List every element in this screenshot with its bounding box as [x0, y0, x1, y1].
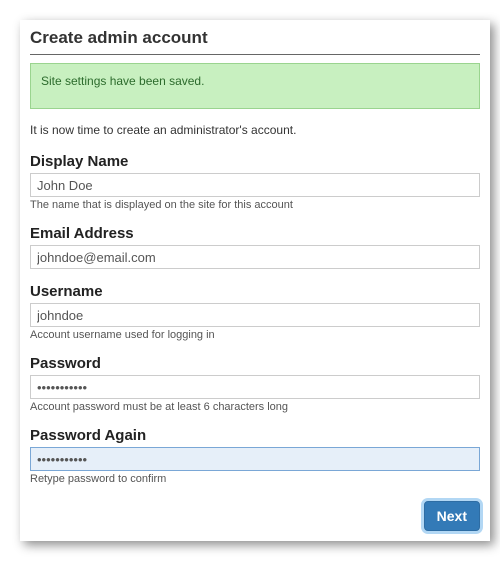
create-admin-panel: Create admin account Site settings have …: [20, 20, 490, 541]
success-alert: Site settings have been saved.: [30, 63, 480, 109]
password-again-hint: Retype password to confirm: [30, 473, 480, 485]
password-input[interactable]: [30, 375, 480, 399]
title-divider: [30, 54, 480, 55]
field-password: Password Account password must be at lea…: [30, 355, 480, 413]
email-label: Email Address: [30, 225, 480, 242]
username-label: Username: [30, 283, 480, 300]
display-name-label: Display Name: [30, 153, 480, 170]
display-name-input[interactable]: [30, 173, 480, 197]
field-password-again: Password Again Retype password to confir…: [30, 427, 480, 485]
next-button[interactable]: Next: [424, 501, 480, 531]
display-name-hint: The name that is displayed on the site f…: [30, 199, 480, 211]
field-username: Username Account username used for loggi…: [30, 283, 480, 341]
username-input[interactable]: [30, 303, 480, 327]
actions-row: Next: [30, 501, 480, 531]
username-hint: Account username used for logging in: [30, 329, 480, 341]
field-email: Email Address: [30, 225, 480, 269]
email-input[interactable]: [30, 245, 480, 269]
page-title: Create admin account: [30, 28, 480, 50]
password-again-input[interactable]: [30, 447, 480, 471]
field-display-name: Display Name The name that is displayed …: [30, 153, 480, 211]
password-hint: Account password must be at least 6 char…: [30, 401, 480, 413]
password-label: Password: [30, 355, 480, 372]
intro-text: It is now time to create an administrato…: [30, 123, 480, 137]
password-again-label: Password Again: [30, 427, 480, 444]
